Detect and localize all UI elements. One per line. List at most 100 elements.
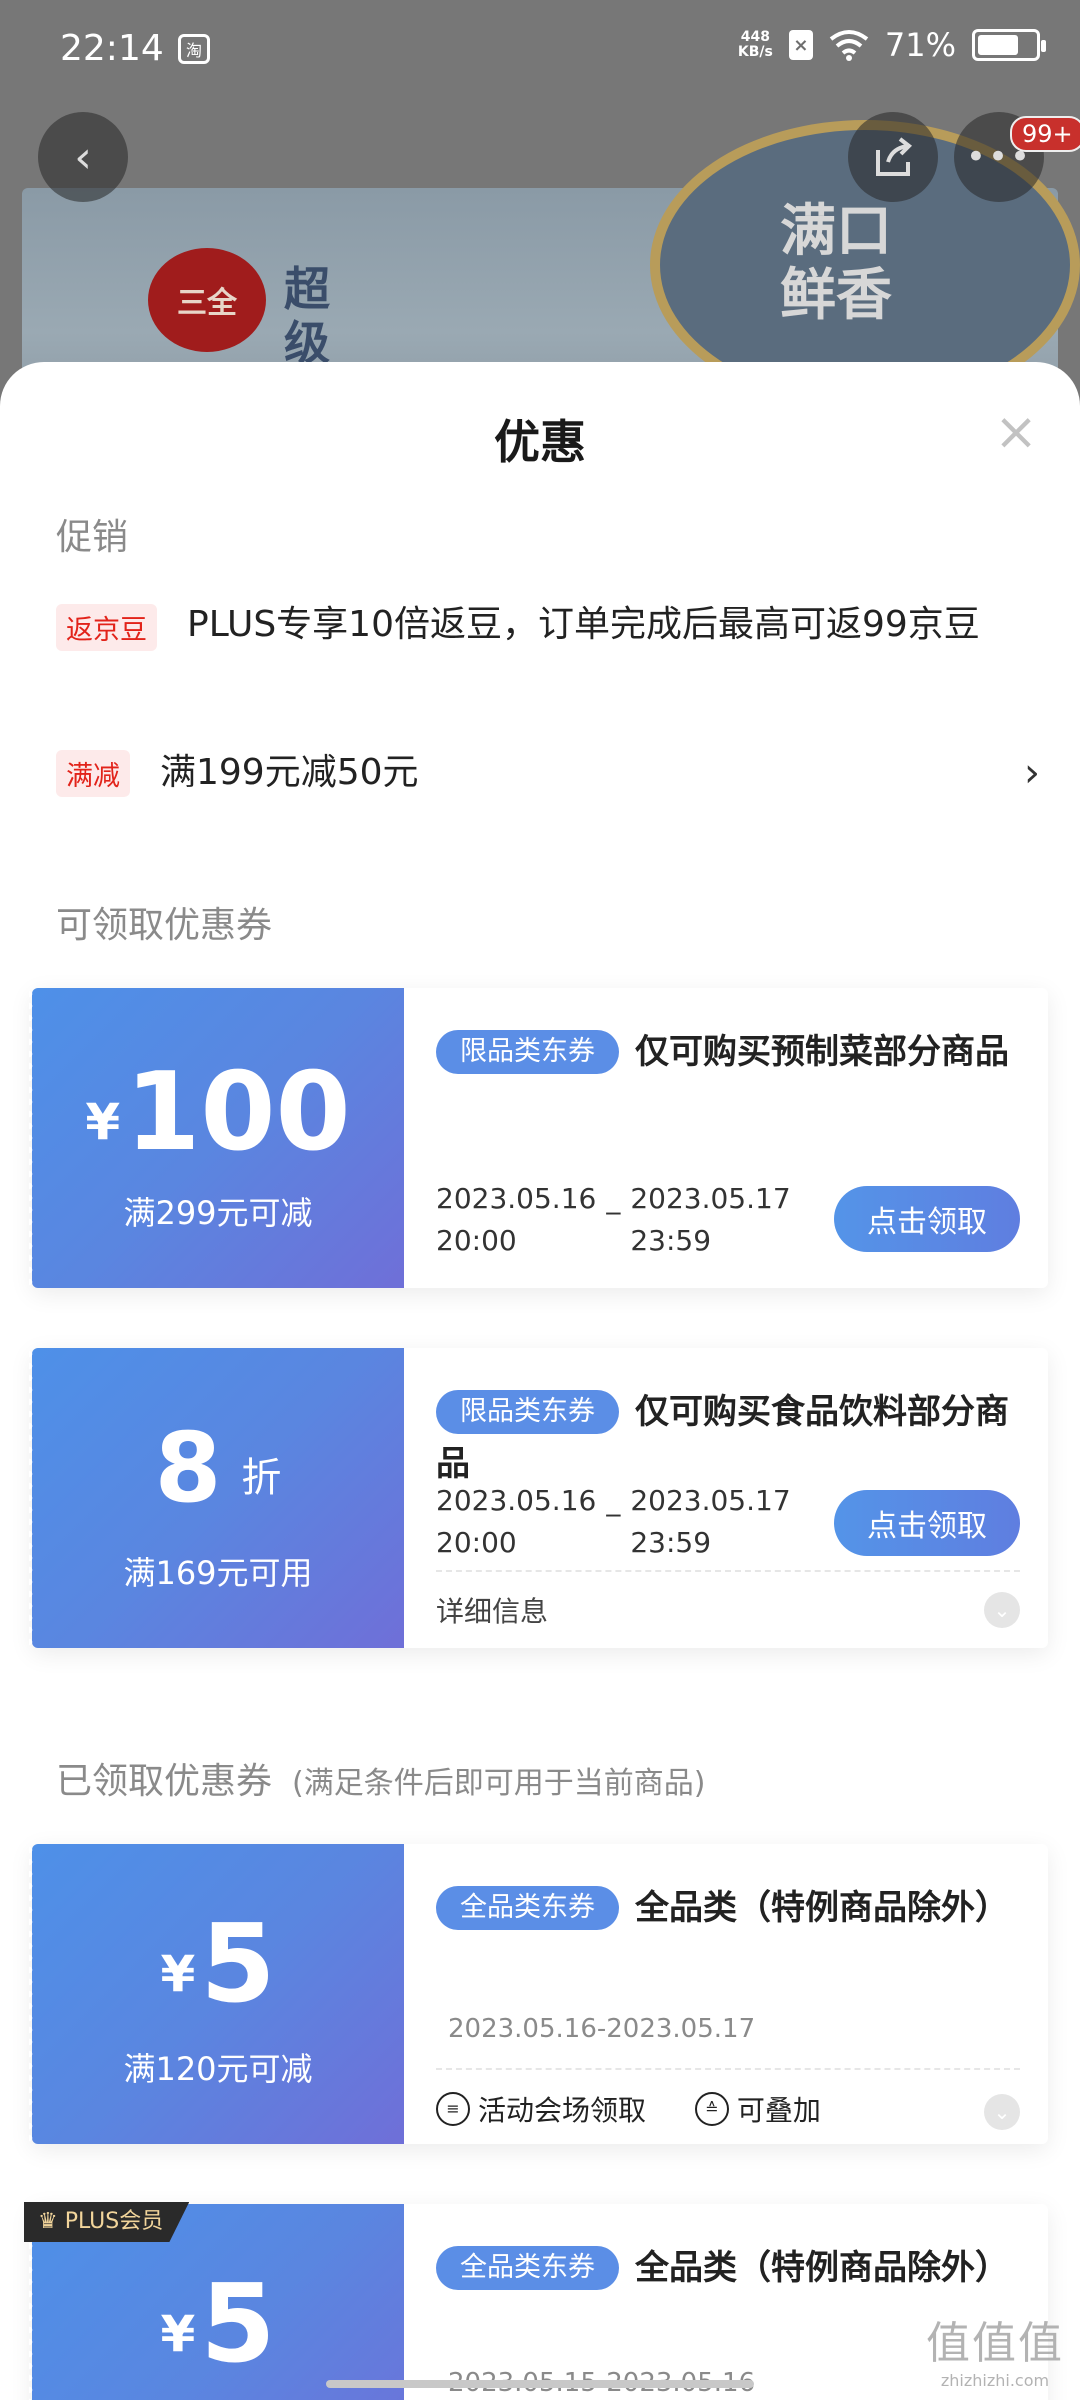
- amount-value: 5: [200, 1902, 276, 2027]
- detail-info-label: 详细信息: [436, 1595, 549, 1628]
- chevron-right-icon: ›: [1024, 750, 1040, 796]
- battery-percent: 71%: [884, 26, 956, 64]
- product-badge-text: 满口鲜香: [780, 199, 892, 328]
- coupon-card: ¥ 5 满120元可减 全品类东券 全品类（特例商品除外） 2023.05.16-…: [29, 1844, 1048, 2144]
- taobao-notification-icon: 淘: [178, 34, 210, 64]
- promo-row-jingdou: 返京豆 PLUS专享10倍返豆，订单完成后最高可返99京豆: [56, 600, 1040, 651]
- close-icon: ×: [994, 402, 1038, 462]
- claimed-coupons-subtitle: (满足条件后即可用于当前商品): [292, 1766, 706, 1801]
- date-separator: _: [606, 1484, 621, 1517]
- coupon-card: ¥ 5 全品类东券全品类（特例商品除外） 2023.05.15-2023.05.…: [29, 2204, 1048, 2400]
- coupon-title: 全品类东券 全品类（特例商品除外）: [436, 2242, 1020, 2294]
- coupon-title: 全品类东券 全品类（特例商品除外）: [436, 1882, 1020, 1934]
- currency-symbol: ¥: [160, 1945, 196, 2003]
- status-bar: 22:14 淘 448 KB/s × 71%: [0, 0, 1080, 100]
- coupon-info: 限品类东券 仅可购买预制菜部分商品 2023.05.16 20:00 _ 2023…: [436, 988, 1020, 1288]
- start-datetime: 2023.05.16 20:00: [436, 1178, 596, 1262]
- promo-text: PLUS专享10倍返豆，订单完成后最高可返99京豆: [187, 604, 980, 645]
- claimed-coupons-title: 已领取优惠券 (满足条件后即可用于当前商品): [56, 1752, 705, 1804]
- coupon-amount: ¥ 100: [32, 1050, 404, 1175]
- start-date: 2023.05.16: [436, 1182, 597, 1215]
- coupon-info: 全品类东券 全品类（特例商品除外） 2023.05.16-2023.05.17 ≡…: [436, 1844, 1020, 2144]
- status-time: 22:14: [60, 28, 164, 69]
- chevron-down-icon[interactable]: ⌄: [984, 1592, 1020, 1628]
- chevron-down-icon[interactable]: ⌄: [984, 2094, 1020, 2130]
- wifi-icon: [829, 30, 869, 61]
- coupon-title: 限品类东券 仅可购买预制菜部分商品: [436, 1026, 1020, 1078]
- coupon-value-panel: ¥ 100 满299元可减: [29, 988, 404, 1288]
- plus-member-badge: ♛ PLUS会员: [24, 2202, 190, 2242]
- currency-symbol: ¥: [85, 1093, 121, 1151]
- battery-icon: [972, 29, 1046, 61]
- coupon-tag: 全品类东券: [436, 1886, 619, 1930]
- share-button[interactable]: [848, 112, 938, 202]
- coupon-value-panel: ¥ 5 满120元可减: [29, 1844, 404, 2144]
- brand-text: 超级: [284, 262, 330, 370]
- promo-tag: 满减: [56, 749, 130, 797]
- coupon-amount: ¥ 5: [32, 1902, 404, 2027]
- promo-row-discount[interactable]: 满减 满199元减50元 ›: [56, 748, 1040, 798]
- feature-stackable: ≙ 可叠加: [694, 2089, 821, 2129]
- chevron-left-icon: ‹: [74, 131, 92, 183]
- screen: 三全 超级 满口鲜香 22:14 淘 448 KB/s × 71% ‹ ••• …: [0, 0, 1080, 2400]
- offers-sheet: 优惠 × 促销 返京豆 PLUS专享10倍返豆，订单完成后最高可返99京豆 满减…: [0, 362, 1080, 2400]
- coupon-tag: 全品类东券: [436, 2246, 619, 2290]
- end-date: 2023.05.17: [630, 1484, 791, 1517]
- coupon-tag: 限品类东券: [436, 1390, 619, 1434]
- coupon-date-range: 2023.05.16-2023.05.17: [448, 2014, 756, 2044]
- watermark-logo: 值值值: [926, 2318, 1064, 2369]
- battery-fill: [978, 35, 1018, 55]
- coupon-dates: 2023.05.16 20:00 _ 2023.05.17 23:59: [436, 1480, 791, 1564]
- end-time: 23:59: [630, 1224, 712, 1257]
- crown-icon: ♛: [38, 2209, 58, 2234]
- network-speed-unit: KB/s: [737, 44, 773, 60]
- coupon-condition: 满299元可减: [123, 1194, 313, 1232]
- amount-value: 5: [200, 2262, 276, 2387]
- end-date: 2023.05.17: [630, 1182, 791, 1215]
- end-datetime: 2023.05.17 23:59: [630, 1178, 790, 1262]
- claim-button[interactable]: 点击领取: [834, 1490, 1020, 1556]
- end-time: 23:59: [630, 1526, 712, 1559]
- watermark: 值值值 zhizhizhi.com: [926, 2307, 1064, 2390]
- stack-icon: ≙: [694, 2091, 729, 2126]
- promo-text: 满199元减50元: [160, 752, 419, 793]
- network-speed: 448 KB/s: [738, 30, 773, 60]
- brand-logo: 三全: [148, 248, 266, 352]
- date-separator: _: [606, 1182, 621, 1215]
- promo-tag: 返京豆: [56, 604, 157, 651]
- ticket-icon: ≡: [436, 2091, 470, 2126]
- start-time: 20:00: [436, 1526, 517, 1559]
- claim-button[interactable]: 点击领取: [834, 1186, 1020, 1252]
- end-datetime: 2023.05.17 23:59: [630, 1480, 790, 1564]
- coupon-info: 限品类东券 仅可购买食品饮料部分商品 2023.05.16 20:00 _ 202…: [436, 1348, 1020, 1648]
- share-icon: [876, 137, 913, 176]
- amount-value: 100: [125, 1050, 351, 1175]
- home-indicator[interactable]: [326, 2380, 754, 2388]
- no-sim-icon: ×: [788, 30, 813, 60]
- plus-member-label: PLUS会员: [64, 2209, 164, 2234]
- coupon-title: 限品类东券 仅可购买食品饮料部分商品: [436, 1386, 1020, 1490]
- start-datetime: 2023.05.16 20:00: [436, 1480, 596, 1564]
- coupon-amount: ¥ 5: [32, 2262, 404, 2387]
- promotions-title: 促销: [56, 517, 129, 558]
- currency-symbol: ¥: [160, 2305, 196, 2363]
- amount-unit: 折: [241, 1455, 282, 1501]
- status-right-group: 448 KB/s × 71%: [738, 26, 1046, 64]
- start-date: 2023.05.16: [436, 1484, 597, 1517]
- coupon-condition: 满120元可减: [123, 2050, 313, 2088]
- coupon-tag: 限品类东券: [436, 1030, 619, 1074]
- start-time: 20:00: [436, 1224, 517, 1257]
- close-button[interactable]: ×: [992, 406, 1040, 458]
- back-button[interactable]: ‹: [38, 112, 128, 202]
- coupon-condition: 满169元可用: [123, 1554, 313, 1592]
- feature-venue-label: 活动会场领取: [478, 2093, 647, 2127]
- detail-info-row[interactable]: 详细信息: [436, 1570, 1020, 1630]
- coupon-card: 8折 满169元可用 限品类东券 仅可购买食品饮料部分商品 2023.05.16 …: [29, 1348, 1048, 1648]
- amount-value: 8: [154, 1412, 222, 1524]
- coupon-title-text: 仅可购买预制菜部分商品: [635, 1032, 1009, 1072]
- coupon-dates: 2023.05.16 20:00 _ 2023.05.17 23:59: [436, 1178, 791, 1262]
- notification-badge: 99+: [1010, 116, 1080, 152]
- available-coupons-title: 可领取优惠券: [56, 905, 273, 946]
- coupon-features: ≡ 活动会场领取 ≙ 可叠加: [436, 2068, 1020, 2129]
- feature-venue: ≡ 活动会场领取: [436, 2089, 646, 2129]
